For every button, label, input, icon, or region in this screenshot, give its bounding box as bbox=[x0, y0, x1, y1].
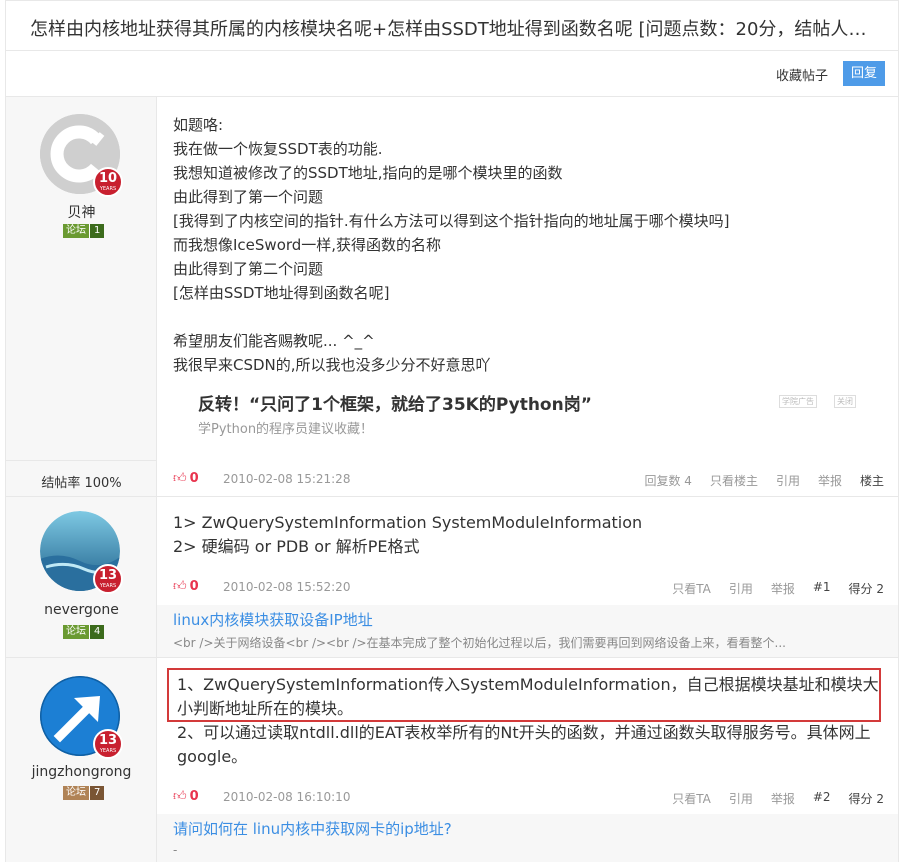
highlight-box bbox=[167, 668, 881, 722]
ad-close[interactable]: 关闭 bbox=[834, 395, 856, 408]
thread-title: 怎样由内核地址获得其所属的内核模块名呢+怎样由SSDT地址得到函数名呢 [问题点… bbox=[30, 19, 876, 40]
avatar[interactable]: 10 YEARS bbox=[40, 114, 123, 197]
like-button[interactable]: 👍︎ 0 bbox=[173, 579, 199, 594]
quote-link[interactable]: 引用 bbox=[729, 580, 753, 597]
username[interactable]: jingzhongrong bbox=[6, 764, 157, 780]
reply-count: 回复数 4 bbox=[644, 474, 692, 488]
like-count: 0 bbox=[189, 789, 199, 804]
favorite-button[interactable]: 收藏帖子 bbox=[776, 65, 828, 84]
like-button[interactable]: 👍︎ 0 bbox=[173, 471, 199, 486]
close-rate: 结帖率 100% bbox=[6, 460, 157, 497]
related-title[interactable]: 请问如何在 linu内核中获取网卡的ip地址? bbox=[173, 818, 898, 839]
only-ta-link[interactable]: 只看TA bbox=[672, 790, 711, 807]
post-body: 如题咯: 我在做一个恢复SSDT表的功能. 我想知道被修改了的SSDT地址,指向… bbox=[173, 116, 730, 374]
years-badge: 10 YEARS bbox=[93, 167, 123, 197]
post-body: 1> ZwQuerySystemInformation SystemModule… bbox=[173, 513, 643, 556]
post-meta: 👍︎ 0 2010-02-08 15:21:28 回复数 4 只看楼主 引用 举报… bbox=[173, 471, 884, 491]
ad-label: 学院广告 bbox=[779, 395, 817, 408]
post-time: 2010-02-08 16:10:10 bbox=[223, 790, 351, 804]
forum-level-badge: 论坛 4 bbox=[63, 625, 105, 639]
related-title[interactable]: linux内核模块获取设备IP地址 bbox=[173, 609, 898, 630]
username[interactable]: nevergone bbox=[6, 602, 157, 618]
related-link-block[interactable]: 请问如何在 linu内核中获取网卡的ip地址? - bbox=[157, 814, 898, 862]
author-panel: 13 YEARS jingzhongrong 论坛 7 bbox=[6, 658, 157, 862]
author-panel: 13 YEARS nevergone 论坛 4 bbox=[6, 497, 157, 657]
like-count: 0 bbox=[189, 579, 199, 594]
author-panel: 10 YEARS 贝神 论坛 1 结帖率 100% bbox=[6, 97, 157, 496]
avatar[interactable]: 13 YEARS bbox=[40, 511, 123, 594]
floor-label: 楼主 bbox=[859, 474, 884, 488]
related-summary: <br />关于网络设备<br /><br />在基本完成了整个初始化过程以后，… bbox=[173, 636, 786, 650]
report-link[interactable]: 举报 bbox=[771, 790, 795, 807]
quote-link[interactable]: 引用 bbox=[729, 790, 753, 807]
username[interactable]: 贝神 bbox=[6, 202, 157, 222]
related-summary: - bbox=[173, 843, 178, 857]
years-badge: 13 YEARS bbox=[93, 564, 123, 594]
forum-level-badge: 论坛 1 bbox=[63, 224, 105, 238]
floor-label: #1 bbox=[812, 580, 831, 594]
like-count: 0 bbox=[189, 471, 199, 486]
only-op-link[interactable]: 只看楼主 bbox=[710, 472, 758, 489]
only-ta-link[interactable]: 只看TA bbox=[672, 580, 711, 597]
ad-block[interactable]: 反转！“只问了1个框架，就给了35K的Python岗” 学Python的程序员建… bbox=[198, 390, 592, 437]
score-label: 得分 2 bbox=[848, 582, 884, 596]
post-reply-2: 13 YEARS jingzhongrong 论坛 7 1、ZwQuerySyst… bbox=[5, 658, 899, 862]
score-label: 得分 2 bbox=[848, 792, 884, 806]
thread-header: 怎样由内核地址获得其所属的内核模块名呢+怎样由SSDT地址得到函数名呢 [问题点… bbox=[5, 0, 899, 50]
years-badge: 13 YEARS bbox=[93, 729, 123, 759]
report-link[interactable]: 举报 bbox=[771, 580, 795, 597]
quote-link[interactable]: 引用 bbox=[776, 472, 800, 489]
post-original: 10 YEARS 贝神 论坛 1 结帖率 100% 如题咯: 我在做一个恢复SSD… bbox=[5, 97, 899, 497]
thread-toolbar: 收藏帖子 回复 bbox=[5, 50, 899, 97]
ad-title[interactable]: 反转！“只问了1个框架，就给了35K的Python岗” bbox=[198, 390, 592, 415]
avatar[interactable]: 13 YEARS bbox=[40, 676, 123, 759]
like-button[interactable]: 👍︎ 0 bbox=[173, 789, 199, 804]
floor-label: #2 bbox=[812, 790, 831, 804]
post-reply-1: 13 YEARS nevergone 论坛 4 1> ZwQuerySystemI… bbox=[5, 497, 899, 658]
related-link-block[interactable]: linux内核模块获取设备IP地址 <br />关于网络设备<br /><br … bbox=[157, 605, 898, 657]
post-meta: 👍︎ 0 2010-02-08 15:52:20 只看TA 引用 举报 #1 得分… bbox=[173, 579, 884, 599]
post-time: 2010-02-08 15:21:28 bbox=[223, 472, 351, 486]
ad-subtitle: 学Python的程序员建议收藏！ bbox=[198, 422, 374, 437]
post-body: 2、可以通过读取ntdll.dll的EAT表枚举所有的Nt开头的函数，并通过函数… bbox=[177, 723, 871, 766]
reply-button[interactable]: 回复 bbox=[843, 61, 885, 86]
post-meta: 👍︎ 0 2010-02-08 16:10:10 只看TA 引用 举报 #2 得分… bbox=[173, 789, 884, 809]
report-link[interactable]: 举报 bbox=[818, 472, 842, 489]
post-time: 2010-02-08 15:52:20 bbox=[223, 580, 351, 594]
forum-level-badge: 论坛 7 bbox=[63, 786, 105, 800]
